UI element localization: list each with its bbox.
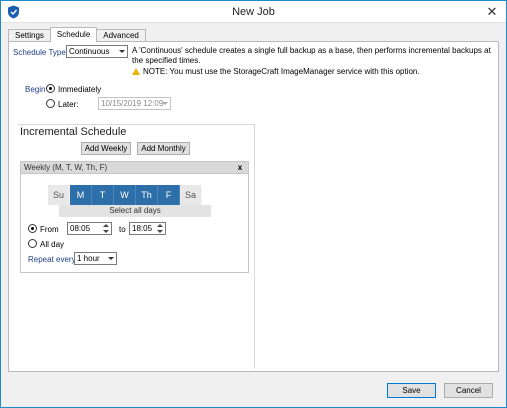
spin-down-icon[interactable] (157, 230, 163, 233)
schedule-panel: Schedule Type Continuous A 'Continuous' … (8, 41, 499, 372)
remove-entry-button[interactable]: x (235, 162, 245, 173)
cancel-button[interactable]: Cancel (444, 383, 493, 398)
add-weekly-button[interactable]: Add Weekly (81, 142, 131, 155)
from-radio[interactable] (28, 224, 37, 233)
chevron-down-icon (108, 257, 114, 260)
spin-down-icon[interactable] (103, 230, 109, 233)
later-label: Later: (58, 100, 79, 109)
day-wednesday[interactable]: W (114, 185, 136, 205)
tab-schedule[interactable]: Schedule (49, 27, 98, 42)
schedule-type-value: Continuous (69, 47, 110, 56)
close-icon[interactable]: ✕ (484, 4, 500, 20)
window-title: New Job (232, 6, 275, 18)
spin-up-icon[interactable] (103, 224, 109, 227)
imagemanager-note: NOTE: You must use the StorageCraft Imag… (132, 67, 420, 76)
later-datetime-picker[interactable]: 10/15/2019 12:09 (98, 97, 171, 110)
section-divider (18, 124, 254, 125)
note-text: NOTE: You must use the StorageCraft Imag… (143, 67, 420, 76)
all-day-label: All day (40, 240, 65, 249)
immediately-label: Immediately (58, 85, 102, 94)
new-job-dialog: New Job ✕ Settings Schedule Advanced Sch… (0, 0, 507, 408)
begin-label: Begin (25, 85, 46, 94)
repeat-interval-value: 1 hour (77, 254, 100, 263)
schedule-type-dropdown[interactable]: Continuous (66, 45, 128, 58)
add-monthly-button[interactable]: Add Monthly (137, 142, 190, 155)
schedule-type-label: Schedule Type (13, 48, 66, 57)
later-datetime-value: 10/15/2019 12:09 (101, 99, 164, 108)
to-label: to (119, 225, 126, 234)
to-time-value: 18:05 (132, 224, 153, 233)
day-selector: Su M T W Th F Sa (48, 185, 202, 205)
all-day-radio[interactable] (28, 239, 37, 248)
from-time-value: 08:05 (70, 224, 91, 233)
chevron-down-icon (162, 102, 168, 105)
repeat-interval-dropdown[interactable]: 1 hour (74, 252, 117, 265)
incremental-schedule-title: Incremental Schedule (20, 126, 127, 138)
day-tuesday[interactable]: T (92, 185, 114, 205)
from-time-spinner[interactable]: 08:05 (67, 222, 112, 235)
save-button[interactable]: Save (387, 383, 436, 398)
day-thursday[interactable]: Th (136, 185, 158, 205)
day-saturday[interactable]: Sa (180, 185, 202, 205)
day-monday[interactable]: M (70, 185, 92, 205)
later-radio[interactable] (46, 99, 55, 108)
select-all-days-button[interactable]: Select all days (59, 205, 211, 217)
warning-icon (132, 68, 140, 75)
title-bar: New Job ✕ (1, 1, 506, 23)
immediately-radio[interactable] (46, 84, 55, 93)
day-sunday[interactable]: Su (48, 185, 70, 205)
day-friday[interactable]: F (158, 185, 180, 205)
from-label: From (40, 225, 59, 234)
schedule-description: A 'Continuous' schedule creates a single… (132, 46, 491, 65)
repeat-every-label: Repeat every (28, 255, 76, 264)
tab-strip: Settings Schedule Advanced (8, 27, 146, 42)
chevron-down-icon (119, 50, 125, 53)
weekly-entry-header: Weekly (M, T, W, Th, F) x (21, 162, 248, 174)
spin-up-icon[interactable] (157, 224, 163, 227)
to-time-spinner[interactable]: 18:05 (129, 222, 166, 235)
weekly-entry-title: Weekly (M, T, W, Th, F) (24, 163, 108, 172)
panel-divider (254, 124, 255, 369)
